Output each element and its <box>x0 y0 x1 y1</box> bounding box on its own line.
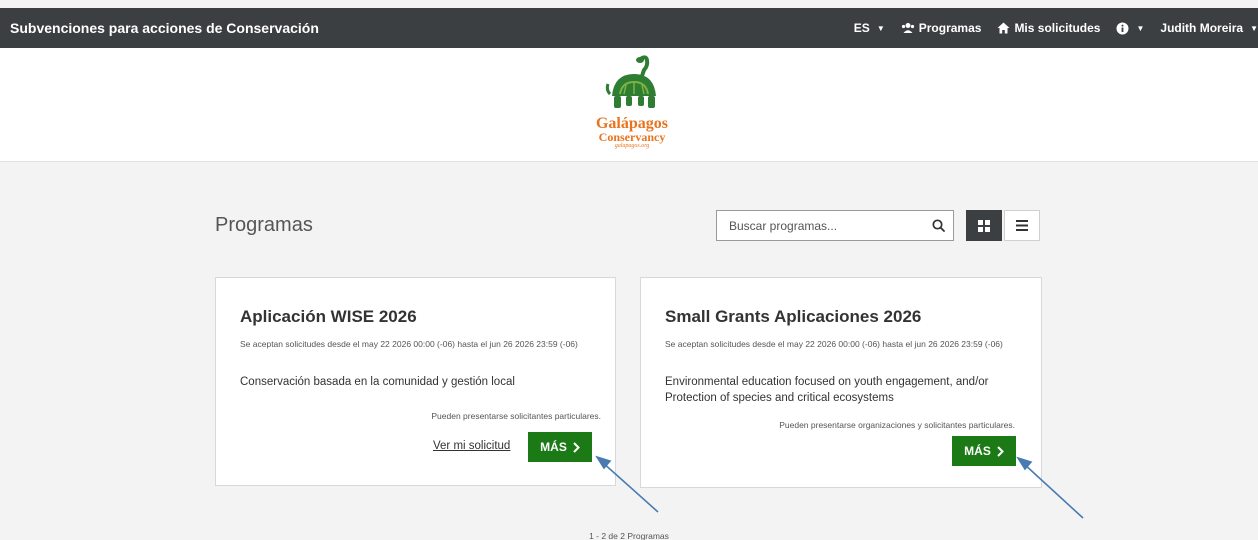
info-icon <box>1116 22 1129 35</box>
navbar-menu: ES ▼ Programas Mis solicitudes ▼ Judith … <box>846 8 1258 48</box>
search-input[interactable] <box>717 211 923 240</box>
program-card: Aplicación WISE 2026 Se aceptan solicitu… <box>215 277 616 486</box>
nav-my-applications[interactable]: Mis solicitudes <box>989 21 1108 35</box>
chevron-down-icon: ▼ <box>1136 23 1145 33</box>
view-my-application-link[interactable]: Ver mi solicitud <box>433 440 510 452</box>
user-name: Judith Moreira <box>1160 21 1244 35</box>
chevron-down-icon: ▼ <box>1250 23 1258 33</box>
chevron-down-icon: ▼ <box>876 23 885 33</box>
site-title[interactable]: Subvenciones para acciones de Conservaci… <box>0 20 319 36</box>
nav-my-applications-label: Mis solicitudes <box>1014 21 1101 35</box>
page-title: Programas <box>215 214 313 236</box>
program-dates: Se aceptan solicitudes desde el may 22 2… <box>240 339 578 349</box>
organization-logo[interactable]: Galápagos Conservancy galapagos.org <box>582 54 682 154</box>
more-button[interactable]: MÁS <box>952 436 1016 466</box>
program-eligibility: Pueden presentarse organizaciones y soli… <box>779 420 1015 430</box>
program-description: Conservación basada en la comunidad y ge… <box>240 376 515 388</box>
list-view-button[interactable] <box>1004 210 1040 241</box>
more-button[interactable]: MÁS <box>528 432 592 462</box>
nav-programs[interactable]: Programas <box>893 21 990 35</box>
grid-view-button[interactable] <box>966 210 1002 241</box>
logo-text-conservancy: Conservancy <box>598 130 666 144</box>
more-button-label: MÁS <box>964 444 991 458</box>
home-icon <box>997 22 1010 34</box>
more-button-label: MÁS <box>540 440 567 454</box>
logo-text-url: galapagos.org <box>614 143 650 149</box>
users-icon <box>901 22 915 34</box>
program-title[interactable]: Aplicación WISE 2026 <box>240 307 417 327</box>
program-description: Environmental education focused on youth… <box>665 376 989 404</box>
pagination-summary: 1 - 2 de 2 Programas <box>589 531 669 540</box>
search-icon[interactable] <box>923 219 953 232</box>
program-eligibility: Pueden presentarse solicitantes particul… <box>431 411 601 421</box>
language-dropdown[interactable]: ES ▼ <box>846 21 893 35</box>
tortoise-logo-icon <box>605 55 656 108</box>
program-title[interactable]: Small Grants Aplicaciones 2026 <box>665 307 921 327</box>
chevron-right-icon <box>997 445 1004 457</box>
help-dropdown[interactable]: ▼ <box>1108 22 1152 35</box>
program-card: Small Grants Aplicaciones 2026 Se acepta… <box>640 277 1042 488</box>
header-banner: Galápagos Conservancy galapagos.org <box>0 48 1258 162</box>
program-dates: Se aceptan solicitudes desde el may 22 2… <box>665 339 1003 349</box>
user-menu[interactable]: Judith Moreira ▼ <box>1152 21 1258 35</box>
language-label: ES <box>853 21 870 35</box>
top-navbar: Subvenciones para acciones de Conservaci… <box>0 8 1258 48</box>
logo-text-galapagos: Galápagos <box>595 115 668 132</box>
list-icon <box>1016 220 1028 231</box>
nav-programs-label: Programas <box>918 21 982 35</box>
search-box <box>716 210 954 241</box>
grid-icon <box>978 219 990 232</box>
chevron-right-icon <box>573 441 580 453</box>
